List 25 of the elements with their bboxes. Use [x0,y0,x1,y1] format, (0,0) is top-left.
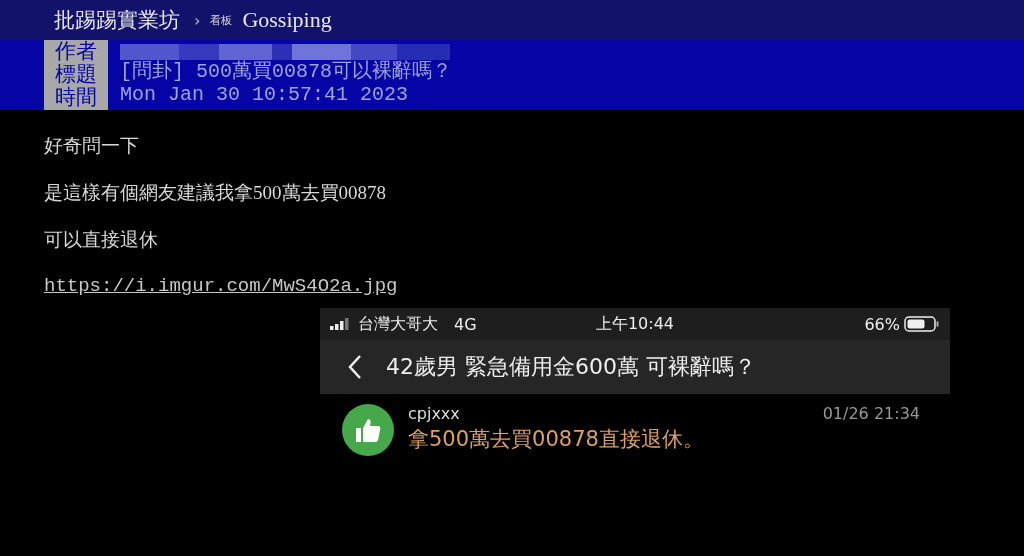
back-icon[interactable] [348,354,362,380]
header-value: Mon Jan 30 10:57:41 2023 [120,83,410,106]
network-type: 4G [454,314,477,334]
breadcrumb-separator: › [194,10,201,30]
header-label: 作者 [54,40,98,63]
status-time: 上午10:44 [594,313,676,335]
comment-username: cpjxxx [408,404,460,423]
thumbs-up-icon [354,416,382,444]
header-value: [問卦] 500萬買00878可以裸辭嗎？ [120,60,453,83]
board-name[interactable]: Gossiping [242,7,332,33]
image-link[interactable]: https://i.imgur.com/MwS4O2a.jpg [44,273,398,300]
site-name[interactable]: 批踢踢實業坊 [54,6,180,34]
signal-icon [330,318,352,330]
header-label: 時間 [54,86,98,109]
body-text: 可以直接退休 [44,228,159,252]
battery-percent: 66% [864,314,900,334]
thread-title: 42歲男 緊急備用金600萬 可裸辭嗎？ [386,353,756,381]
carrier-name: 台灣大哥大 [358,313,438,335]
battery-icon [904,316,940,332]
body-text: 好奇問一下 [44,134,140,158]
comment-text: 拿500萬去買00878直接退休。 [408,426,705,453]
comment-date: 01/26 21:34 [822,404,920,423]
board-label: 看板 [210,12,233,28]
body-text: 是這樣有個網友建議我拿500萬去買00878 [44,181,387,205]
header-label: 標題 [54,63,98,86]
